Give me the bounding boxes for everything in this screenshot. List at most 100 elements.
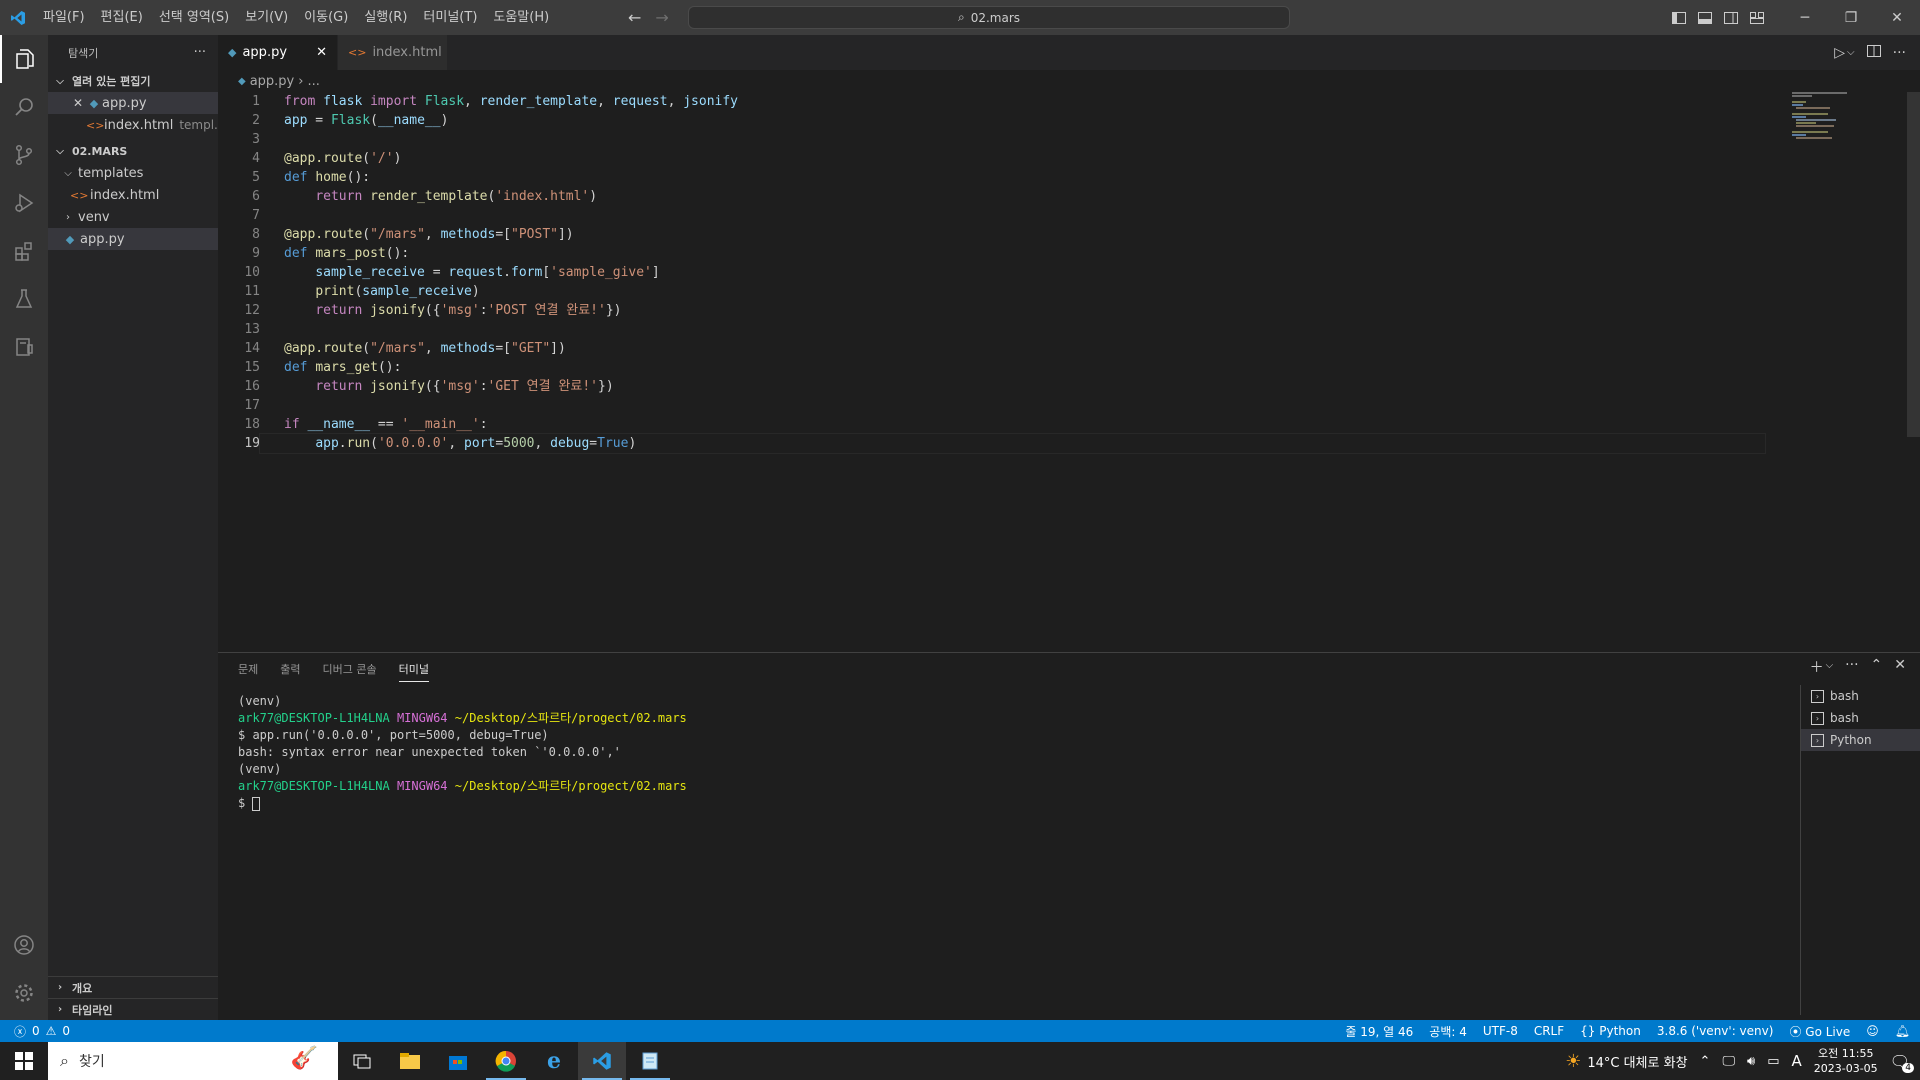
extensions-icon[interactable] (0, 227, 48, 275)
code-line[interactable]: 6 return render_template('index.html') (218, 187, 1920, 206)
breadcrumb-symbols[interactable]: ... (307, 74, 319, 89)
minimize-icon[interactable]: ─ (1782, 0, 1828, 35)
more-actions-icon[interactable]: ··· (194, 45, 206, 60)
menu-go[interactable]: 이동(G) (296, 0, 356, 35)
menu-edit[interactable]: 편집(E) (93, 0, 151, 35)
panel-more-icon[interactable]: ··· (1845, 657, 1858, 677)
encoding[interactable]: UTF-8 (1483, 1024, 1518, 1038)
code-line[interactable]: 1 from flask import Flask, render_templat… (218, 92, 1920, 111)
menu-view[interactable]: 보기(V) (237, 0, 296, 35)
input-method-indicator[interactable]: A (1791, 1052, 1801, 1070)
editor-more-icon[interactable]: ··· (1893, 45, 1906, 61)
new-terminal-icon[interactable]: ＋ (1810, 657, 1824, 677)
minimap[interactable] (1792, 92, 1862, 142)
breadcrumb-file[interactable]: app.py (250, 74, 295, 89)
open-editor-item-index-html[interactable]: <> index.html templ... (48, 114, 218, 136)
close-tab-icon[interactable]: ✕ (316, 45, 327, 60)
code-line[interactable]: 5 def home(): (218, 168, 1920, 187)
code-line[interactable]: 7 (218, 206, 1920, 225)
panel-tab-problems[interactable]: 문제 (238, 661, 258, 682)
code-editor[interactable]: 1 from flask import Flask, render_templat… (218, 92, 1920, 652)
forward-arrow-icon[interactable]: → (655, 8, 668, 27)
menu-run[interactable]: 실행(R) (356, 0, 415, 35)
menu-terminal[interactable]: 터미널(T) (415, 0, 485, 35)
code-line[interactable]: 15 def mars_get(): (218, 358, 1920, 377)
close-editor-icon[interactable]: ✕ (70, 96, 86, 110)
settings-gear-icon[interactable] (0, 969, 48, 1017)
terminal-tab-python[interactable]: › Python (1801, 729, 1920, 751)
volume-icon[interactable]: 🔊︎ (1747, 1054, 1755, 1069)
feedback-icon[interactable]: ☺ (1866, 1024, 1879, 1038)
network-icon[interactable]: 🖵︎ (1722, 1054, 1735, 1069)
microsoft-store-icon[interactable] (434, 1042, 482, 1080)
terminal-tab-bash[interactable]: › bash (1801, 685, 1920, 707)
vscode-taskbar-icon[interactable] (578, 1042, 626, 1080)
file-explorer-icon[interactable] (386, 1042, 434, 1080)
indentation[interactable]: 공백: 4 (1429, 1023, 1467, 1040)
explorer-icon[interactable] (0, 35, 48, 83)
menu-help[interactable]: 도움말(H) (485, 0, 557, 35)
toggle-panel-icon[interactable] (1692, 0, 1718, 35)
command-center-search[interactable]: ⌕ 02.mars (688, 6, 1290, 29)
clock[interactable]: 오전 11:55 2023-03-05 (1814, 1046, 1878, 1076)
panel-tab-debug-console[interactable]: 디버그 콘솔 (323, 661, 377, 682)
go-live-button[interactable]: ⦿ Go Live (1789, 1023, 1850, 1040)
code-line[interactable]: 11 print(sample_receive) (218, 282, 1920, 301)
code-line[interactable]: 10 sample_receive = request.form['sample… (218, 263, 1920, 282)
code-line[interactable]: 12 return jsonify({'msg':'POST 연결 완료!'}) (218, 301, 1920, 320)
testing-icon[interactable] (0, 275, 48, 323)
run-dropdown-icon[interactable]: ⌵ (1847, 47, 1855, 58)
notification-center-icon[interactable]: 🗨︎ 4 (1890, 1052, 1914, 1073)
split-editor-icon[interactable] (1866, 44, 1881, 61)
tree-folder-templates[interactable]: ⌵ templates (48, 162, 218, 184)
code-line[interactable]: 19 app.run('0.0.0.0', port=5000, debug=T… (218, 433, 1920, 454)
terminal-input-line[interactable]: $ (238, 795, 1798, 812)
toggle-secondary-sidebar-icon[interactable] (1718, 0, 1744, 35)
remote-explorer-icon[interactable] (0, 323, 48, 371)
internet-explorer-icon[interactable]: e (530, 1042, 578, 1080)
run-debug-icon[interactable] (0, 179, 48, 227)
open-editors-section[interactable]: ⌵ 열려 있는 편집기 (48, 70, 218, 92)
close-window-icon[interactable]: ✕ (1874, 0, 1920, 35)
menu-file[interactable]: 파일(F) (35, 0, 93, 35)
menu-selection[interactable]: 선택 영역(S) (151, 0, 237, 35)
battery-icon[interactable]: ▭ (1767, 1054, 1779, 1069)
outline-section[interactable]: › 개요 (48, 976, 218, 998)
cursor-position[interactable]: 줄 19, 열 46 (1345, 1023, 1413, 1040)
code-line[interactable]: 14 @app.route("/mars", methods=["GET"]) (218, 339, 1920, 358)
notepad-icon[interactable] (626, 1042, 674, 1080)
terminal-tab-bash[interactable]: › bash (1801, 707, 1920, 729)
weather-widget[interactable]: ☀ 14°C 대체로 화창 (1565, 1051, 1687, 1072)
problems-indicator[interactable]: ⓧ 0 ⚠ 0 (0, 1023, 70, 1040)
terminal-dropdown-icon[interactable]: ⌵ (1826, 660, 1834, 677)
maximize-panel-icon[interactable]: ⌃ (1871, 657, 1883, 677)
code-line[interactable]: 4 @app.route('/') (218, 149, 1920, 168)
folder-section[interactable]: ⌵ 02.MARS (48, 140, 218, 162)
customize-layout-icon[interactable] (1744, 0, 1770, 35)
task-view-icon[interactable] (338, 1042, 386, 1080)
code-line[interactable]: 8 @app.route("/mars", methods=["POST"]) (218, 225, 1920, 244)
tree-folder-venv[interactable]: › venv (48, 206, 218, 228)
code-line[interactable]: 3 (218, 130, 1920, 149)
bell-icon[interactable]: 🔔︎ (1895, 1024, 1910, 1038)
panel-tab-terminal[interactable]: 터미널 (398, 661, 429, 682)
code-line[interactable]: 18 if __name__ == '__main__': (218, 415, 1920, 434)
code-line[interactable]: 9 def mars_post(): (218, 244, 1920, 263)
python-interpreter[interactable]: 3.8.6 ('venv': venv) (1657, 1024, 1774, 1038)
open-editor-item-app-py[interactable]: ✕ ◆ app.py (48, 92, 218, 114)
windows-start-icon[interactable] (0, 1042, 48, 1080)
tree-file-index-html[interactable]: <> index.html (48, 184, 218, 206)
source-control-icon[interactable] (0, 131, 48, 179)
restore-icon[interactable]: ❐ (1828, 0, 1874, 35)
code-line[interactable]: 13 (218, 320, 1920, 339)
accounts-icon[interactable] (0, 921, 48, 969)
language-mode[interactable]: {} Python (1580, 1024, 1641, 1038)
show-hidden-icons-chevron-icon[interactable]: ⌃ (1700, 1054, 1711, 1069)
taskbar-search[interactable]: ⌕ 찾기 🎸 (48, 1042, 338, 1080)
close-panel-icon[interactable]: ✕ (1894, 657, 1906, 677)
toggle-primary-sidebar-icon[interactable] (1666, 0, 1692, 35)
code-line[interactable]: 16 return jsonify({'msg':'GET 연결 완료!'}) (218, 377, 1920, 396)
tab-index-html[interactable]: <> index.html (338, 35, 448, 70)
search-sidebar-icon[interactable] (0, 83, 48, 131)
chrome-icon[interactable] (482, 1042, 530, 1080)
